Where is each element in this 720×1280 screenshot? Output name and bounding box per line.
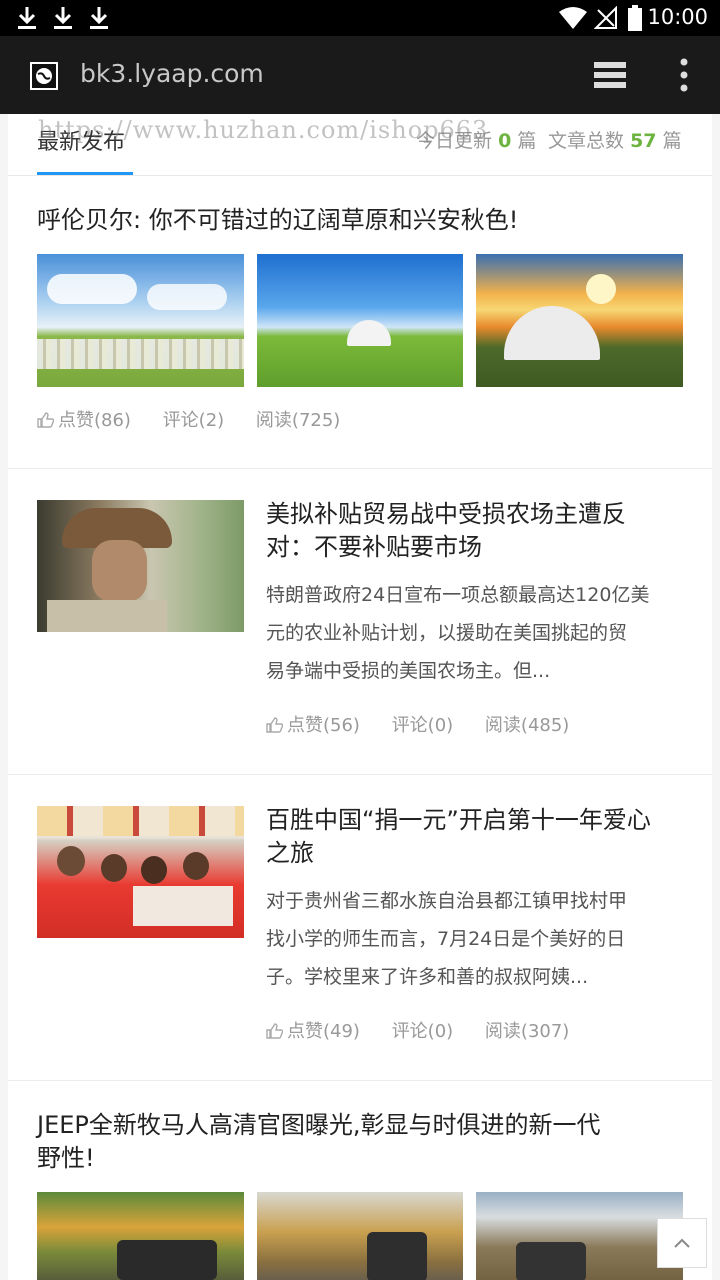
like-button[interactable]: 点赞(86): [37, 406, 131, 432]
like-count: 点赞(49): [287, 1021, 360, 1042]
download-icon: [54, 7, 72, 29]
article-meta: 点赞(56) 评论(0) 阅读(485): [266, 711, 595, 737]
chevron-up-icon: [674, 1238, 690, 1248]
article-title[interactable]: 呼伦贝尔: 你不可错过的辽阔草原和兴安秋色!: [37, 204, 518, 237]
summary-line: 元的农业补贴计划，以援助在美国挑起的贸: [266, 622, 628, 644]
divider: [8, 468, 712, 469]
like-count: 点赞(86): [58, 410, 131, 431]
article-title[interactable]: JEEP全新牧马人高清官图曝光,彰显与时俱进的新一代 野性!: [37, 1109, 601, 1175]
article-image[interactable]: [476, 254, 683, 387]
today-count: 0: [498, 130, 512, 152]
summary-line: 子。学校里来了许多和善的叔叔阿姨...: [266, 966, 589, 988]
no-signal-icon: [594, 6, 617, 29]
tabs-icon[interactable]: [592, 60, 628, 90]
article-image[interactable]: [257, 254, 463, 387]
section-header: 最新发布 今日更新 0 篇 文章总数 57 篇 https://www.huzh…: [8, 114, 712, 176]
browser-toolbar: bk3.lyaap.com: [0, 36, 720, 114]
total-articles-stat: 文章总数 57 篇: [548, 126, 682, 153]
article-title[interactable]: 美拟补贴贸易战中受损农场主遭反 对：不要补贴要市场: [266, 498, 626, 564]
comment-count[interactable]: 评论(0): [392, 711, 454, 737]
article-image[interactable]: [37, 1192, 244, 1280]
article-title-line: 对：不要补贴要市场: [266, 533, 482, 561]
article-meta: 点赞(86) 评论(2) 阅读(725): [37, 406, 366, 432]
read-count: 阅读(485): [484, 715, 570, 736]
summary-line: 特朗普政府24日宣布一项总额最高达120亿美: [266, 584, 650, 606]
page-content: 最新发布 今日更新 0 篇 文章总数 57 篇 https://www.huzh…: [8, 114, 712, 1280]
article-image[interactable]: [37, 254, 244, 387]
tab-active-indicator: [37, 172, 133, 175]
download-icon: [90, 7, 108, 29]
article-image[interactable]: [257, 1192, 463, 1280]
divider: [8, 1080, 712, 1081]
article-title-line: JEEP全新牧马人高清官图曝光,彰显与时俱进的新一代: [37, 1111, 601, 1139]
article-image[interactable]: [37, 500, 244, 632]
total-label: 文章总数: [548, 130, 625, 152]
download-icon: [18, 7, 36, 29]
article-title-line: 美拟补贴贸易战中受损农场主遭反: [266, 500, 626, 528]
like-count: 点赞(56): [287, 715, 360, 736]
article-summary: 对于贵州省三都水族自治县都江镇甲找村甲 找小学的师生而言，7月24日是个美好的日…: [266, 882, 627, 996]
article-title[interactable]: 百胜中国“捐一元”开启第十一年爱心 之旅: [266, 804, 651, 870]
today-unit: 篇: [517, 130, 537, 152]
wifi-icon: [559, 7, 587, 29]
article-summary: 特朗普政府24日宣布一项总额最高达120亿美 元的农业补贴计划，以援助在美国挑起…: [266, 576, 649, 690]
total-count: 57: [630, 130, 657, 152]
summary-line: 对于贵州省三都水族自治县都江镇甲找村甲: [266, 890, 628, 912]
article-image[interactable]: [476, 1192, 683, 1280]
comment-count[interactable]: 评论(0): [392, 1017, 454, 1043]
read-count: 阅读(307): [484, 1021, 570, 1042]
back-to-top-button[interactable]: [657, 1218, 707, 1268]
status-bar: 10:00: [0, 0, 720, 36]
read-count: 阅读(725): [255, 410, 341, 431]
article-meta: 点赞(49) 评论(0) 阅读(307): [266, 1017, 595, 1043]
article-title-line: 百胜中国“捐一元”开启第十一年爱心: [266, 806, 651, 834]
divider: [8, 774, 712, 775]
total-unit: 篇: [662, 130, 682, 152]
thumbs-up-icon: [37, 412, 54, 428]
clock: 10:00: [647, 5, 708, 29]
summary-line: 找小学的师生而言，7月24日是个美好的日: [266, 928, 626, 950]
overflow-menu-icon[interactable]: [680, 58, 688, 92]
like-button[interactable]: 点赞(56): [266, 711, 360, 737]
article-image[interactable]: [37, 806, 244, 938]
comment-count[interactable]: 评论(2): [163, 406, 225, 432]
summary-line: 易争端中受损的美国农场主。但...: [266, 660, 551, 682]
article-title-line: 之旅: [266, 839, 314, 867]
thumbs-up-icon: [266, 1023, 283, 1039]
url-field[interactable]: bk3.lyaap.com: [80, 59, 264, 88]
like-button[interactable]: 点赞(49): [266, 1017, 360, 1043]
site-favicon-icon: [30, 62, 58, 90]
watermark: https://www.huzhan.com/ishop663: [38, 116, 489, 144]
battery-icon: [628, 5, 642, 31]
thumbs-up-icon: [266, 717, 283, 733]
article-title-line: 野性!: [37, 1144, 95, 1172]
